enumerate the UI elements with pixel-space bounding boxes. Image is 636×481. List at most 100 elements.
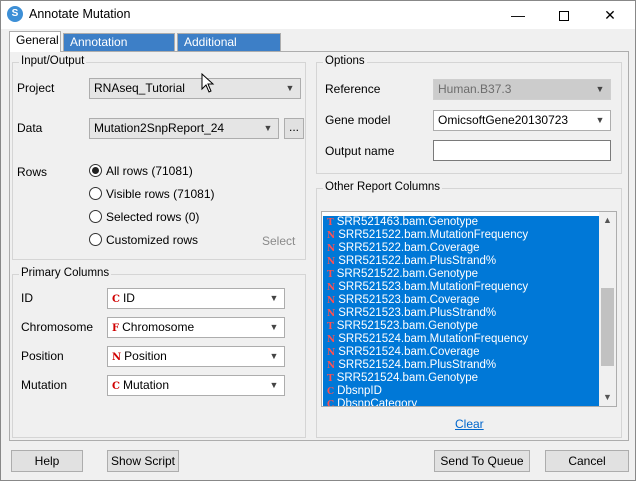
list-item[interactable]: N SRR521524.bam.MutationFrequency: [323, 333, 600, 346]
report-columns-items: T SRR521463.bam.Genotype N SRR521522.bam.Mu…: [323, 216, 600, 407]
radio-icon: [89, 233, 102, 246]
column-type-icon: T: [327, 218, 334, 228]
radio-all-rows[interactable]: All rows (71081): [89, 164, 193, 180]
list-item[interactable]: N SRR521524.bam.PlusStrand%: [323, 359, 600, 372]
list-item-label: SRR521523.bam.Genotype: [336, 320, 478, 332]
chromosome-column-value: Chromosome: [122, 320, 195, 334]
list-item[interactable]: N SRR521522.bam.Coverage: [323, 242, 600, 255]
list-item[interactable]: T SRR521522.bam.Genotype: [323, 268, 600, 281]
maximize-button[interactable]: [541, 1, 587, 29]
list-item-label: DbsnpCategory: [337, 398, 418, 407]
list-item[interactable]: N SRR521522.bam.MutationFrequency: [323, 229, 600, 242]
list-item[interactable]: N SRR521523.bam.PlusStrand%: [323, 307, 600, 320]
list-item[interactable]: C DbsnpCategory: [323, 398, 600, 407]
text-type-icon: C: [112, 381, 120, 392]
id-label: ID: [21, 291, 33, 305]
radio-selected-rows-label: Selected rows (0): [106, 210, 200, 224]
select-rows-button[interactable]: Select: [262, 234, 295, 248]
browse-data-button[interactable]: ...: [284, 118, 304, 139]
position-column-dropdown[interactable]: N Position ▼: [107, 346, 285, 367]
reference-dropdown[interactable]: Human.B37.3 ▼: [433, 79, 611, 100]
list-item-label: SRR521522.bam.MutationFrequency: [338, 229, 529, 241]
chromosome-label: Chromosome: [21, 320, 94, 334]
clear-link[interactable]: Clear: [455, 417, 484, 431]
help-button[interactable]: Help: [11, 450, 83, 472]
project-dropdown[interactable]: RNAseq_Tutorial ▼: [89, 78, 301, 99]
text-type-icon: C: [112, 294, 120, 305]
cancel-button[interactable]: Cancel: [545, 450, 629, 472]
radio-visible-rows[interactable]: Visible rows (71081): [89, 187, 215, 203]
primary-columns-title: Primary Columns: [19, 267, 112, 279]
title-bar: Annotate Mutation — ✕: [1, 1, 635, 29]
chevron-down-icon: ▼: [263, 123, 273, 133]
column-type-icon: C: [327, 387, 335, 397]
column-type-icon: N: [327, 244, 336, 254]
reference-value: Human.B37.3: [438, 82, 512, 96]
column-type-icon: N: [327, 231, 336, 241]
position-column-value: Position: [124, 349, 167, 363]
list-item[interactable]: T SRR521524.bam.Genotype: [323, 372, 600, 385]
list-scrollbar[interactable]: ▲ ▼: [599, 212, 616, 406]
list-item-label: DbsnpID: [337, 385, 382, 397]
list-item-label: SRR521522.bam.Genotype: [336, 268, 478, 280]
input-output-title: Input/Output: [19, 55, 87, 67]
list-item[interactable]: N SRR521523.bam.Coverage: [323, 294, 600, 307]
project-label: Project: [17, 81, 55, 95]
show-script-button[interactable]: Show Script: [107, 450, 179, 472]
other-report-columns-list[interactable]: T SRR521463.bam.Genotype N SRR521522.bam.Mu…: [321, 211, 617, 407]
mutation-column-dropdown[interactable]: C Mutation ▼: [107, 375, 285, 396]
gene-model-dropdown[interactable]: OmicsoftGene20130723 ▼: [433, 110, 611, 131]
annotate-mutation-dialog: Annotate Mutation — ✕ General Annotation…: [0, 0, 636, 481]
window-title: Annotate Mutation: [29, 7, 131, 21]
list-item[interactable]: T SRR521463.bam.Genotype: [323, 216, 600, 229]
gene-model-value: OmicsoftGene20130723: [438, 113, 569, 127]
data-label: Data: [17, 121, 43, 135]
column-type-icon: C: [327, 400, 335, 407]
list-item[interactable]: N SRR521522.bam.PlusStrand%: [323, 255, 600, 268]
list-item-label: SRR521522.bam.PlusStrand%: [338, 255, 497, 267]
scroll-down-icon[interactable]: ▼: [599, 389, 616, 406]
data-dropdown[interactable]: Mutation2SnpReport_24 ▼: [89, 118, 279, 139]
chromosome-column-dropdown[interactable]: F Chromosome ▼: [107, 317, 285, 338]
rows-label: Rows: [17, 165, 48, 179]
radio-icon: [89, 187, 102, 200]
primary-columns-group: Primary Columns ID C ID ▼ Chromosome F Chr…: [12, 267, 306, 438]
send-to-queue-button[interactable]: Send To Queue: [434, 450, 530, 472]
radio-all-rows-label: All rows (71081): [106, 164, 193, 178]
column-type-icon: N: [327, 335, 336, 345]
list-item[interactable]: C DbsnpID: [323, 385, 600, 398]
column-type-icon: N: [327, 348, 336, 358]
radio-customized-rows[interactable]: Customized rows: [89, 233, 198, 249]
column-type-icon: N: [327, 283, 336, 293]
radio-selected-rows[interactable]: Selected rows (0): [89, 210, 199, 226]
radio-icon: [89, 210, 102, 223]
minimize-button[interactable]: —: [495, 1, 541, 29]
tab-general[interactable]: General: [9, 31, 61, 52]
output-name-input[interactable]: [433, 140, 611, 161]
column-type-icon: N: [327, 309, 336, 319]
list-item[interactable]: N SRR521523.bam.MutationFrequency: [323, 281, 600, 294]
gene-model-label: Gene model: [325, 113, 391, 127]
tab-annotation-sources[interactable]: Annotation Sources: [63, 33, 175, 65]
id-column-dropdown[interactable]: C ID ▼: [107, 288, 285, 309]
maximize-icon: [559, 11, 569, 22]
tab-additional-sources[interactable]: Additional Sources: [177, 33, 281, 65]
radio-visible-rows-label: Visible rows (71081): [106, 187, 215, 201]
data-value: Mutation2SnpReport_24: [94, 121, 225, 135]
list-item[interactable]: N SRR521524.bam.Coverage: [323, 346, 600, 359]
list-item-label: SRR521523.bam.Coverage: [338, 294, 480, 306]
list-item[interactable]: T SRR521523.bam.Genotype: [323, 320, 600, 333]
reference-label: Reference: [325, 82, 381, 96]
close-button[interactable]: ✕: [587, 1, 633, 29]
radio-icon: [89, 164, 102, 177]
chevron-down-icon: ▼: [285, 83, 295, 93]
app-logo-icon: [7, 6, 23, 22]
options-title: Options: [323, 55, 367, 67]
scroll-up-icon[interactable]: ▲: [599, 212, 616, 229]
scroll-thumb[interactable]: [601, 288, 614, 366]
input-output-group: Input/Output Project RNAseq_Tutorial ▼ D…: [12, 55, 306, 260]
chevron-down-icon: ▼: [595, 84, 605, 94]
column-type-icon: T: [327, 322, 334, 332]
factor-type-icon: F: [112, 323, 120, 334]
mutation-label: Mutation: [21, 378, 68, 392]
